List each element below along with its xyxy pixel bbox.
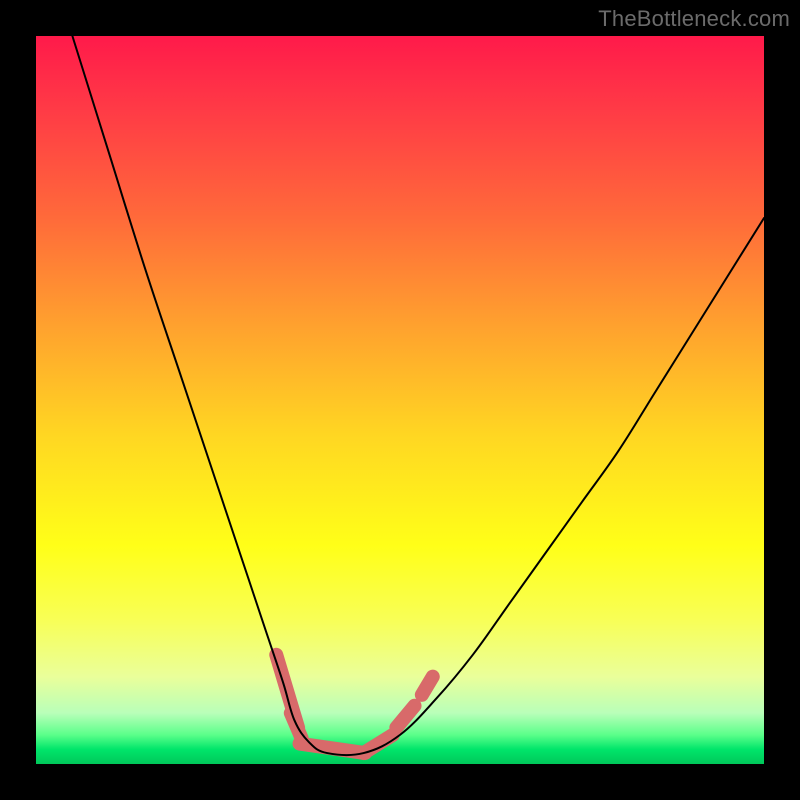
chart-svg (36, 36, 764, 764)
marker-segment (300, 744, 366, 753)
bottleneck-marker (276, 655, 433, 753)
marker-segment (422, 677, 433, 695)
plot-area (36, 36, 764, 764)
chart-frame: TheBottleneck.com (0, 0, 800, 800)
marker-segment (364, 735, 393, 753)
watermark-text: TheBottleneck.com (598, 6, 790, 32)
bottleneck-curve (72, 36, 764, 755)
